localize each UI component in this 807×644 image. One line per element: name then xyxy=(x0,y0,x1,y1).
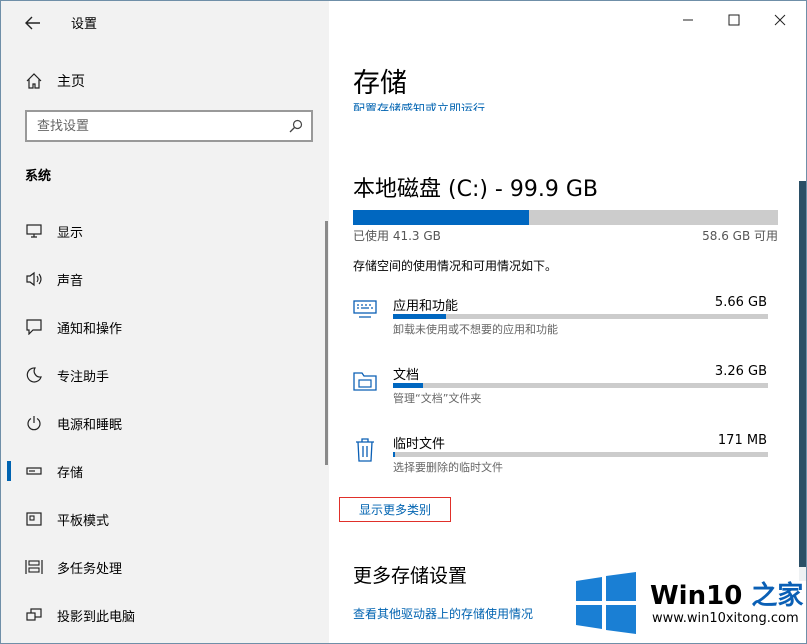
other-drives-link[interactable]: 查看其他驱动器上的存储使用情况 xyxy=(353,605,533,622)
sidebar-item-label: 电源和睡眠 xyxy=(57,417,123,433)
category-subtitle: 选择要删除的临时文件 xyxy=(393,461,503,474)
page-title: 存储 xyxy=(353,68,407,99)
category-bar-fill xyxy=(393,383,423,388)
watermark: Win10 之家 www.win10xitong.com xyxy=(554,567,806,643)
category-temp-files[interactable]: 临时文件 171 MB 选择要删除的临时文件 xyxy=(353,433,773,493)
close-button[interactable] xyxy=(757,5,803,35)
sidebar-item-focus-assist[interactable]: 专注助手 xyxy=(1,351,326,399)
window-title: 设置 xyxy=(71,17,98,32)
maximize-button[interactable] xyxy=(711,5,757,35)
sidebar-item-home[interactable]: 主页 xyxy=(25,69,85,93)
notification-icon xyxy=(25,318,43,336)
category-apps[interactable]: 应用和功能 5.66 GB 卸载未使用或不想要的应用和功能 xyxy=(353,295,773,355)
show-more-categories-link[interactable]: 显示更多类别 xyxy=(339,497,451,522)
tablet-icon xyxy=(25,510,43,528)
monitor-icon xyxy=(25,222,43,240)
category-name: 临时文件 xyxy=(393,437,446,452)
category-name: 应用和功能 xyxy=(393,299,459,314)
category-size: 171 MB xyxy=(717,433,767,448)
maximize-icon xyxy=(728,14,740,26)
search-box[interactable] xyxy=(25,110,313,142)
category-size: 5.66 GB xyxy=(714,295,767,310)
watermark-brand-suffix: 之家 xyxy=(751,581,804,611)
windows-logo-icon xyxy=(576,572,636,634)
close-icon xyxy=(774,14,786,26)
settings-window: 设置 主页 系统 显示 声音 通知和操作 专注 xyxy=(0,0,807,644)
sidebar-item-label: 平板模式 xyxy=(57,513,110,529)
category-documents[interactable]: 文档 3.26 GB 管理“文档”文件夹 xyxy=(353,364,773,424)
more-storage-settings-title: 更多存储设置 xyxy=(353,565,468,587)
power-icon xyxy=(25,414,43,432)
sidebar-item-label: 存储 xyxy=(57,465,84,481)
sidebar-item-multitasking[interactable]: 多任务处理 xyxy=(1,543,326,591)
home-label: 主页 xyxy=(57,74,85,90)
keyboard-icon xyxy=(353,299,377,323)
speaker-icon xyxy=(25,270,43,288)
search-input[interactable] xyxy=(37,118,289,134)
category-bar xyxy=(393,383,768,388)
disk-usage-bar xyxy=(353,210,778,225)
home-icon xyxy=(26,73,42,89)
desktop-background-edge xyxy=(799,181,806,581)
minimize-icon xyxy=(683,19,693,21)
sidebar-item-power-sleep[interactable]: 电源和睡眠 xyxy=(1,399,326,447)
category-name: 文档 xyxy=(393,368,420,383)
sidebar-item-project-to-pc[interactable]: 投影到此电脑 xyxy=(1,591,326,639)
sidebar-item-tablet-mode[interactable]: 平板模式 xyxy=(1,495,326,543)
project-icon xyxy=(25,606,43,624)
sidebar-item-label: 多任务处理 xyxy=(57,561,123,577)
section-label: 系统 xyxy=(25,169,52,184)
sidebar-nav: 显示 声音 通知和操作 专注助手 电源和睡眠 存储 平板模式 多任务处理 投影到… xyxy=(1,207,326,639)
sidebar-item-display[interactable]: 显示 xyxy=(1,207,326,255)
multitask-icon xyxy=(25,558,43,576)
watermark-brand: Win10 之家 xyxy=(650,575,803,612)
category-bar-fill xyxy=(393,314,446,319)
sidebar-item-storage[interactable]: 存储 xyxy=(1,447,326,495)
disk-title: 本地磁盘 (C:) - 99.9 GB xyxy=(353,177,598,202)
category-subtitle: 卸载未使用或不想要的应用和功能 xyxy=(393,323,558,336)
sidebar-item-notifications[interactable]: 通知和操作 xyxy=(1,303,326,351)
sidebar-item-label: 投影到此电脑 xyxy=(57,609,136,625)
usage-description: 存储空间的使用情况和可用情况如下。 xyxy=(353,259,558,273)
category-size: 3.26 GB xyxy=(714,364,767,379)
sidebar-scrollbar[interactable] xyxy=(325,221,328,465)
search-icon xyxy=(289,119,303,133)
sidebar-item-label: 通知和操作 xyxy=(57,321,123,337)
category-bar-fill xyxy=(393,452,395,457)
trash-icon xyxy=(353,437,377,462)
sidebar-item-sound[interactable]: 声音 xyxy=(1,255,326,303)
moon-icon xyxy=(25,366,43,384)
minimize-button[interactable] xyxy=(665,5,711,35)
category-subtitle: 管理“文档”文件夹 xyxy=(393,392,482,405)
back-button[interactable] xyxy=(17,9,49,37)
back-arrow-icon xyxy=(25,16,40,30)
sidebar: 设置 主页 系统 显示 声音 通知和操作 专注 xyxy=(1,1,329,643)
sidebar-item-label: 显示 xyxy=(57,225,84,241)
storage-icon xyxy=(25,462,43,480)
free-space-label: 58.6 GB 可用 xyxy=(702,229,778,243)
used-space-label: 已使用 41.3 GB xyxy=(353,229,441,243)
category-bar xyxy=(393,314,768,319)
disk-usage-fill xyxy=(353,210,529,225)
sidebar-item-label: 专注助手 xyxy=(57,369,110,385)
watermark-brand-prefix: Win10 xyxy=(650,581,743,611)
watermark-url: www.win10xitong.com xyxy=(652,611,799,626)
sidebar-item-label: 声音 xyxy=(57,273,84,289)
category-bar xyxy=(393,452,768,457)
folder-icon xyxy=(353,368,377,392)
storage-sense-link[interactable]: 配置存储感知或立即运行 xyxy=(353,99,485,111)
